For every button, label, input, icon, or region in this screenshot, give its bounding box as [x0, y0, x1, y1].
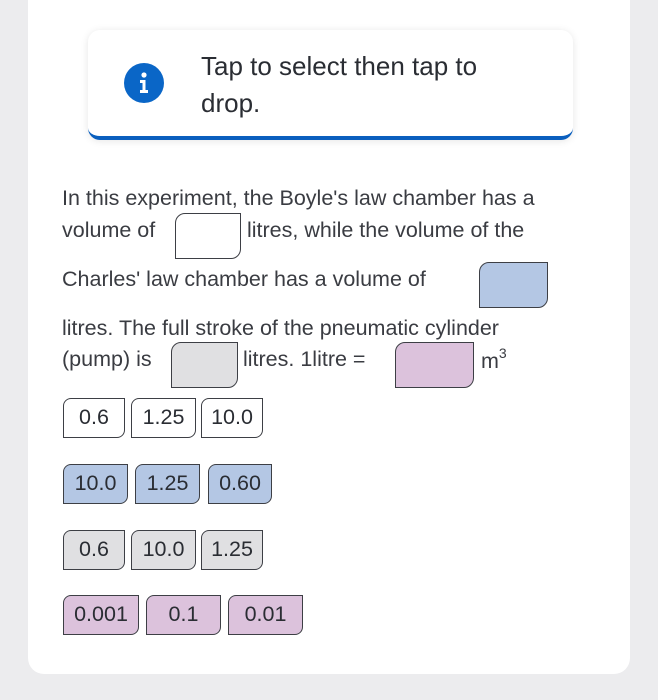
option-chip[interactable]: 0.6 [63, 530, 125, 570]
option-chip[interactable]: 10.0 [63, 464, 128, 504]
option-chip[interactable]: 1.25 [201, 530, 263, 570]
paragraph-line-4: litres. The full stroke of the pneumatic… [62, 316, 499, 340]
paragraph-line-2a: volume of [62, 218, 156, 242]
option-chip[interactable]: 0.6 [63, 398, 125, 438]
option-chip[interactable]: 0.001 [63, 595, 139, 635]
option-chip[interactable]: 0.60 [208, 464, 272, 504]
unit-label: m3 [481, 345, 507, 374]
instruction-text: Tap to select then tap to drop. [201, 51, 478, 118]
drop-slot-boyle-volume[interactable] [175, 213, 241, 259]
instruction-banner: Tap to select then tap to drop. [88, 30, 573, 140]
option-chip[interactable]: 10.0 [131, 530, 196, 570]
drop-slot-charles-volume[interactable] [479, 262, 548, 308]
paragraph-line-2b: litres, while the volume of the [247, 218, 525, 242]
paragraph-line-5a: (pump) is [62, 347, 152, 371]
drop-slot-pump-stroke[interactable] [171, 342, 238, 388]
paragraph-line-1: In this experiment, the Boyle's law cham… [62, 186, 535, 210]
drop-slot-litre-conversion[interactable] [395, 342, 474, 388]
option-chip[interactable]: 0.1 [146, 595, 221, 635]
option-chip[interactable]: 10.0 [201, 398, 263, 438]
paragraph-line-5b: litres. 1litre = [243, 347, 366, 371]
info-icon [124, 63, 164, 103]
option-chip[interactable]: 0.01 [228, 595, 303, 635]
option-chip[interactable]: 1.25 [131, 398, 196, 438]
option-chip[interactable]: 1.25 [135, 464, 200, 504]
paragraph-line-3: Charles' law chamber has a volume of [62, 267, 426, 291]
